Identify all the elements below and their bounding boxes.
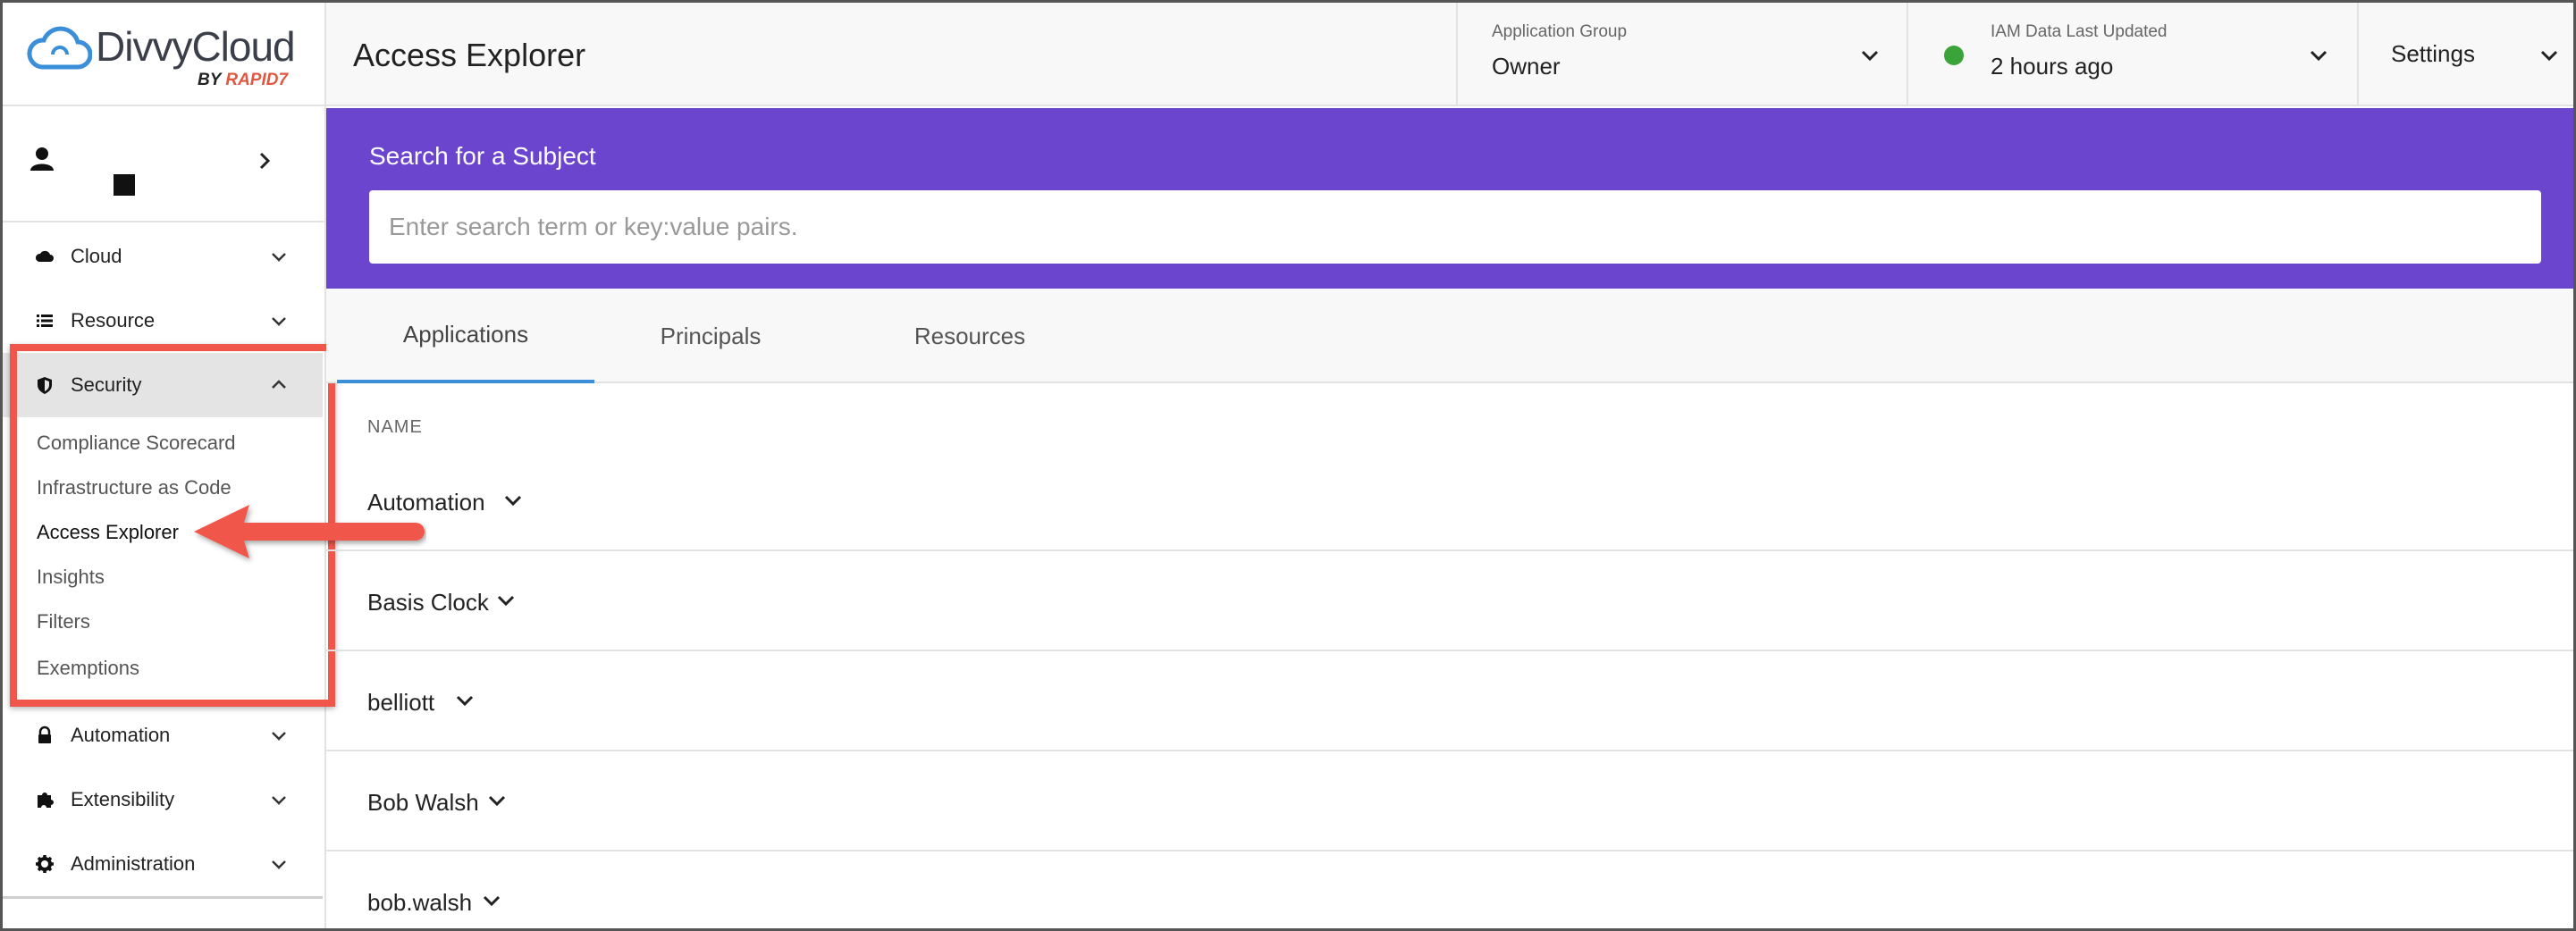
logo-byline: BY RAPID7 (198, 71, 288, 90)
row-name: belliott (367, 689, 435, 716)
user-panel[interactable] (3, 106, 324, 222)
sidebar-bottom-divider (3, 896, 323, 899)
chevron-down-icon (1861, 50, 1879, 62)
tab-applications[interactable]: Applications (337, 289, 594, 383)
puzzle-icon (38, 793, 54, 808)
cloud-icon (35, 250, 54, 262)
settings-dropdown[interactable]: Settings (2357, 3, 2573, 106)
chevron-down-icon[interactable] (501, 489, 525, 512)
user-avatar-square (114, 174, 135, 196)
sidebar-item-administration[interactable]: Administration (3, 832, 323, 896)
logo-brand: RAPID7 (225, 71, 289, 89)
search-title: Search for a Subject (369, 142, 596, 170)
lock-icon (38, 726, 51, 743)
logo-text: DivvyCloud (96, 23, 296, 70)
table-row[interactable]: belliott (326, 651, 2573, 751)
sidebar-item-extensibility[interactable]: Extensibility (3, 767, 323, 832)
list-icon (37, 315, 53, 327)
top-header: Access Explorer Application Group Owner … (326, 3, 2573, 106)
sidebar-item-label: Automation (71, 724, 171, 746)
application-group-dropdown[interactable]: Application Group Owner (1456, 3, 1907, 106)
chevron-down-icon (2540, 50, 2558, 62)
sidebar-item-label: Extensibility (71, 788, 175, 810)
row-name: bob.walsh (367, 889, 473, 916)
table-row[interactable]: bob.walsh (326, 851, 2573, 928)
application-group-label: Application Group (1492, 22, 1628, 41)
chevron-down-icon[interactable] (480, 889, 503, 912)
tab-principals[interactable]: Principals (603, 289, 818, 383)
chevron-down-icon (272, 253, 286, 262)
chevron-down-icon[interactable] (485, 789, 509, 812)
gear-icon (36, 855, 54, 873)
sidebar-item-automation[interactable]: Automation (3, 703, 323, 767)
app-window: DivvyCloud BY RAPID7 Cloud Resource Secu… (0, 0, 2576, 931)
sidebar-item-cloud[interactable]: Cloud (3, 224, 323, 289)
table-row[interactable]: Bob Walsh (326, 751, 2573, 851)
chevron-down-icon (272, 317, 286, 326)
page-title: Access Explorer (353, 37, 586, 73)
chevron-down-icon[interactable] (494, 589, 518, 612)
chevron-down-icon (272, 732, 286, 741)
chevron-down-icon (2310, 50, 2328, 62)
search-input[interactable] (369, 190, 2541, 264)
tab-resources[interactable]: Resources (863, 289, 1077, 383)
chevron-right-icon[interactable] (253, 149, 276, 172)
status-dot (1944, 46, 1964, 65)
column-header-name: NAME (367, 417, 423, 437)
chevron-down-icon (272, 860, 286, 869)
row-name: Basis Clock (367, 589, 489, 616)
sidebar-item-label: Resource (71, 309, 156, 331)
logo-by: BY (198, 71, 222, 89)
iam-updated-label: IAM Data Last Updated (1991, 22, 2168, 41)
tab-bar: Applications Principals Resources (326, 289, 2573, 383)
table-row[interactable]: Automation (326, 451, 2573, 551)
chevron-down-icon (272, 796, 286, 805)
sidebar-item-label: Administration (71, 852, 196, 875)
row-name: Bob Walsh (367, 789, 479, 816)
cloud-logo-icon (27, 26, 92, 70)
table-row[interactable]: Basis Clock (326, 551, 2573, 651)
logo[interactable]: DivvyCloud BY RAPID7 (3, 3, 324, 106)
chevron-down-icon[interactable] (453, 689, 476, 712)
row-name: Automation (367, 489, 485, 516)
sidebar-item-label: Cloud (71, 245, 122, 267)
user-icon (30, 147, 54, 171)
settings-label: Settings (2391, 40, 2475, 67)
iam-updated-value: 2 hours ago (1991, 53, 2114, 80)
search-band: Search for a Subject (326, 108, 2573, 289)
iam-data-dropdown[interactable]: IAM Data Last Updated 2 hours ago (1907, 3, 2357, 106)
application-group-value: Owner (1492, 53, 1561, 80)
